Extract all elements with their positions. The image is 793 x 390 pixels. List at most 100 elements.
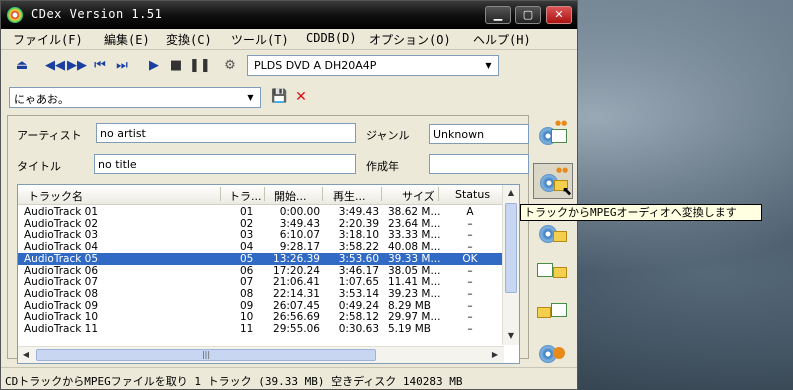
column-track-number[interactable]: トラ...: [229, 188, 262, 204]
track-start-cell: 3:49.43: [279, 217, 320, 230]
cdex-window: CDex Version 1.51 ▁ ▢ ✕ ファイル(F) 編集(E) 変換…: [0, 0, 578, 390]
track-status-cell: –: [467, 229, 473, 242]
chevron-down-icon[interactable]: ▼: [243, 90, 258, 105]
column-divider[interactable]: [381, 187, 382, 201]
horizontal-scrollbar[interactable]: ◀ ||| ▶: [18, 346, 504, 363]
column-divider[interactable]: [438, 187, 439, 201]
track-number-cell: 09: [240, 299, 254, 312]
track-number-cell: 07: [240, 276, 254, 289]
track-status-cell: –: [467, 276, 473, 289]
menu-edit[interactable]: 編集(E): [104, 31, 150, 48]
record-icon: [553, 347, 565, 359]
track-status-cell: A: [466, 206, 474, 218]
track-start-cell: 26:56.69: [273, 311, 320, 324]
track-play-time-cell: 2:20.39: [338, 217, 379, 230]
play-icon[interactable]: ▶: [145, 57, 163, 75]
eject-icon[interactable]: ⏏: [13, 57, 31, 75]
table-row[interactable]: AudioTrack 09 09 26:07.45 0:49.24 8.29 MB –: [18, 300, 504, 312]
track-status-cell: –: [467, 287, 473, 300]
vertical-scrollbar[interactable]: ▲ ▼: [502, 185, 519, 345]
table-row[interactable]: AudioTrack 05 05 13:26.39 3:53.60 39.33 M...…: [18, 252, 504, 265]
chevron-down-icon[interactable]: ▼: [481, 58, 496, 73]
column-start[interactable]: 開始...: [274, 188, 307, 204]
column-size[interactable]: サイズ: [402, 188, 435, 204]
column-divider[interactable]: [322, 187, 323, 201]
folder-icon: [553, 267, 567, 278]
column-status[interactable]: Status: [455, 188, 490, 201]
table-row[interactable]: AudioTrack 11 11 29:55.06 0:30.63 5.19 MB –: [18, 323, 504, 335]
menu-convert[interactable]: 変換(C): [166, 31, 212, 48]
scroll-up-icon[interactable]: ▲: [504, 186, 518, 200]
record-button[interactable]: [533, 335, 573, 371]
track-play-time-cell: 3:18.10: [338, 229, 379, 242]
table-row[interactable]: AudioTrack 03 03 6:10.07 3:18.10 33.33 M... –: [18, 229, 504, 241]
scroll-left-icon[interactable]: ◀: [19, 348, 33, 362]
table-row[interactable]: AudioTrack 04 04 9:28.17 3:58.22 40.08 M... –: [18, 241, 504, 253]
maximize-button[interactable]: ▢: [515, 6, 541, 24]
track-size-cell: 29.97 M...: [388, 311, 441, 324]
track-size-cell: 8.29 MB: [388, 299, 431, 312]
genre-field[interactable]: Unknown: [429, 124, 529, 144]
vertical-scroll-thumb[interactable]: [505, 203, 517, 293]
close-button[interactable]: ✕: [546, 6, 572, 24]
year-field[interactable]: [429, 154, 529, 174]
title-field[interactable]: no title: [94, 154, 356, 174]
table-row[interactable]: AudioTrack 08 08 22:14.31 3:53.14 39.23 M...…: [18, 288, 504, 300]
column-divider[interactable]: [220, 187, 221, 201]
track-list-header: トラック名 トラ... 開始... 再生... サイズ Status: [18, 185, 504, 205]
extract-to-mpeg-button[interactable]: ●● ⬉: [533, 163, 573, 199]
track-status-cell: –: [467, 323, 473, 335]
column-divider[interactable]: [264, 187, 265, 201]
waveform-icon: [551, 303, 567, 317]
rewind-icon[interactable]: ◀◀: [45, 57, 65, 75]
stop-icon[interactable]: ■: [167, 57, 185, 75]
horizontal-scroll-thumb[interactable]: |||: [36, 349, 376, 361]
delete-icon[interactable]: ✕: [293, 89, 309, 105]
table-row[interactable]: AudioTrack 10 10 26:56.69 2:58.12 29.97 M...…: [18, 311, 504, 323]
title-bar[interactable]: CDex Version 1.51 ▁ ▢ ✕: [1, 1, 577, 29]
track-number-cell: 02: [240, 217, 254, 230]
table-row[interactable]: AudioTrack 02 02 3:49.43 2:20.39 23.64 M... –: [18, 218, 504, 230]
skip-back-icon[interactable]: ⏮: [91, 57, 109, 75]
menu-help[interactable]: ヘルプ(H): [473, 31, 531, 48]
pause-icon[interactable]: ❚❚: [189, 57, 211, 75]
cdex-app-icon[interactable]: [7, 7, 23, 23]
fast-forward-icon[interactable]: ▶▶: [67, 57, 87, 75]
table-row[interactable]: AudioTrack 07 07 21:06.41 1:07.65 11.41 M...…: [18, 276, 504, 288]
menu-file[interactable]: ファイル(F): [13, 31, 83, 48]
track-size-cell: 39.23 M...: [388, 287, 441, 300]
table-row[interactable]: AudioTrack 06 06 17:20.24 3:46.17 38.05 M...…: [18, 265, 504, 277]
menu-cddb[interactable]: CDDB(D): [306, 31, 357, 45]
track-size-cell: 40.08 M...: [388, 241, 441, 254]
skip-forward-icon[interactable]: ⏭: [113, 57, 131, 75]
track-start-cell: 0:00.00: [279, 206, 320, 218]
mouse-cursor-icon: ⬉: [562, 184, 573, 198]
arrow-icon: ●●: [556, 166, 569, 174]
menu-options[interactable]: オプション(O): [369, 31, 451, 48]
config-icon[interactable]: ⚙: [221, 57, 239, 75]
save-icon[interactable]: 💾: [271, 89, 287, 105]
track-name-cell: AudioTrack 10: [24, 311, 99, 324]
scroll-right-icon[interactable]: ▶: [488, 348, 502, 362]
track-number-cell: 01: [240, 206, 254, 218]
table-row[interactable]: AudioTrack 01 01 0:00.00 3:49.43 38.62 M... A: [18, 206, 504, 218]
track-size-cell: 33.33 M...: [388, 229, 441, 242]
menu-tools[interactable]: ツール(T): [231, 31, 289, 48]
track-name-cell: AudioTrack 11: [24, 323, 99, 335]
track-number-cell: 10: [240, 311, 254, 324]
track-name-cell: AudioTrack 06: [24, 264, 99, 277]
track-name-cell: AudioTrack 01: [24, 206, 99, 218]
preset-select[interactable]: にゃあお。 ▼: [9, 87, 261, 108]
mpeg-to-wav-button[interactable]: [533, 291, 573, 327]
wav-to-mpeg-button[interactable]: [533, 251, 573, 287]
scroll-down-icon[interactable]: ▼: [504, 329, 518, 343]
column-track-name[interactable]: トラック名: [28, 188, 83, 204]
extract-to-wav-button[interactable]: ●●: [533, 117, 573, 153]
track-play-time-cell: 1:07.65: [338, 276, 379, 289]
track-list[interactable]: トラック名 トラ... 開始... 再生... サイズ Status Audio…: [17, 184, 520, 364]
track-play-time-cell: 3:53.60: [338, 252, 379, 265]
minimize-button[interactable]: ▁: [485, 6, 511, 24]
drive-select[interactable]: PLDS DVD A DH20A4P ▼: [247, 55, 499, 76]
artist-field[interactable]: no artist: [96, 123, 356, 143]
column-play-time[interactable]: 再生...: [333, 188, 366, 204]
